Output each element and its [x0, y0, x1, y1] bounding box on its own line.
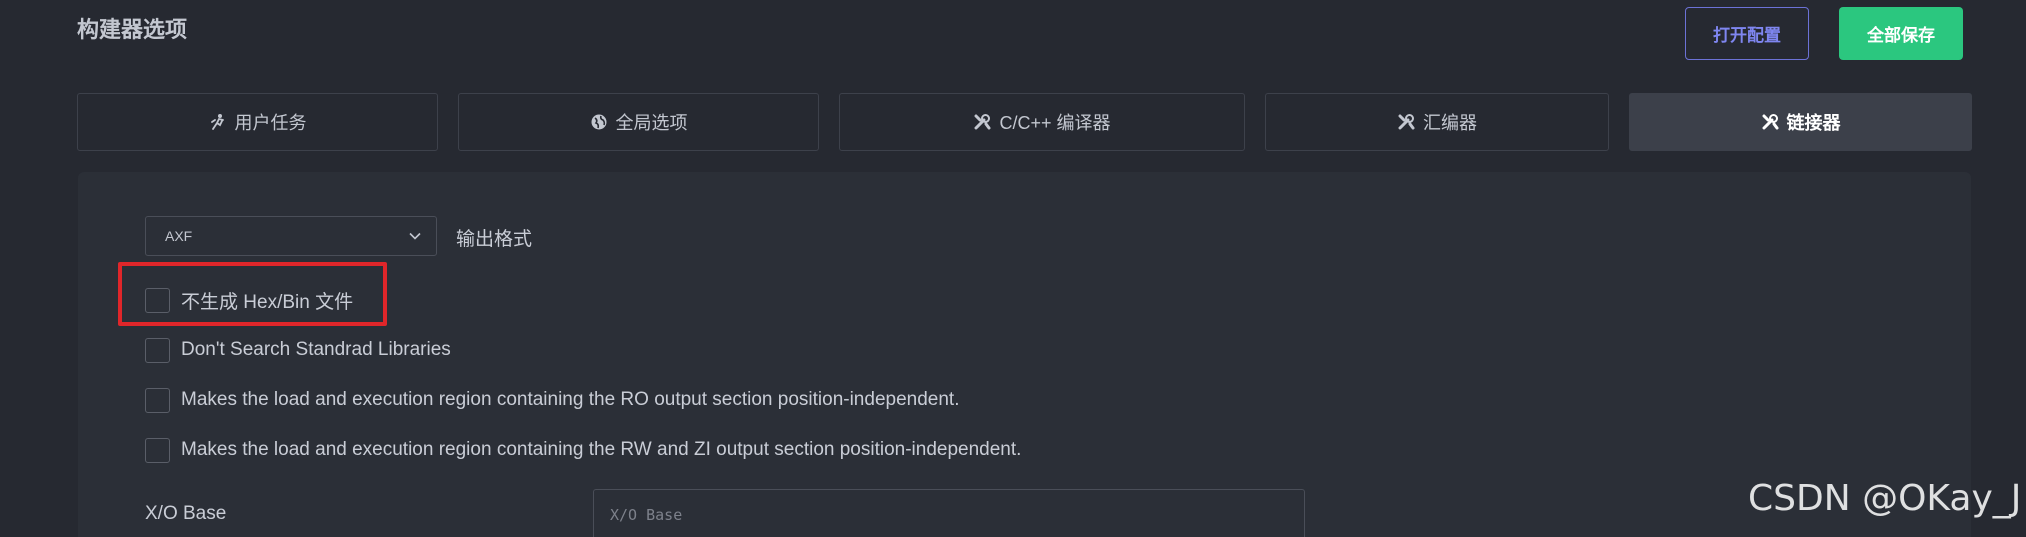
- user-task-icon: [209, 113, 227, 131]
- tab-label: 用户任务: [234, 113, 307, 133]
- builder-options-page: 构建器选项 打开配置 全部保存 用户任务 全局选项 C/C++ 编译器 汇编器 …: [0, 0, 2026, 537]
- tab-global-options[interactable]: 全局选项: [458, 93, 819, 151]
- page-title: 构建器选项: [77, 17, 188, 42]
- checkbox-label: Don't Search Standrad Libraries: [181, 339, 451, 360]
- tab-cc-compiler[interactable]: C/C++ 编译器: [839, 93, 1245, 151]
- save-all-button[interactable]: 全部保存: [1839, 7, 1963, 60]
- open-config-button[interactable]: 打开配置: [1685, 7, 1809, 60]
- tools-icon: [1761, 113, 1779, 131]
- output-format-label: 输出格式: [456, 229, 533, 250]
- no-std-libs-checkbox[interactable]: [145, 337, 170, 363]
- tab-label: C/C++ 编译器: [999, 113, 1111, 133]
- checkbox-label: Makes the load and execution region cont…: [181, 439, 1022, 460]
- no-std-libs-option[interactable]: Don't Search Standrad Libraries: [145, 337, 451, 363]
- tools-icon: [973, 113, 991, 131]
- tab-label: 汇编器: [1423, 113, 1477, 133]
- tools-icon: [1397, 113, 1415, 131]
- globe-icon: [590, 113, 608, 131]
- xo-base-label: X/O Base: [145, 503, 227, 524]
- tab-linker[interactable]: 链接器: [1629, 93, 1972, 151]
- rw-zi-pi-option[interactable]: Makes the load and execution region cont…: [145, 437, 1021, 463]
- tab-user-task[interactable]: 用户任务: [77, 93, 438, 151]
- rw-zi-pi-checkbox[interactable]: [145, 437, 170, 463]
- xo-base-input[interactable]: [593, 489, 1305, 537]
- output-format-value: AXF: [165, 228, 193, 244]
- output-format-select[interactable]: AXF: [145, 216, 437, 256]
- highlight-box: [118, 262, 387, 326]
- checkbox-label: Makes the load and execution region cont…: [181, 389, 960, 410]
- tab-assembler[interactable]: 汇编器: [1265, 93, 1609, 151]
- ro-pi-checkbox[interactable]: [145, 387, 170, 413]
- tab-label: 链接器: [1786, 113, 1841, 133]
- ro-pi-option[interactable]: Makes the load and execution region cont…: [145, 387, 959, 413]
- tab-label: 全局选项: [615, 113, 688, 133]
- watermark: CSDN @OKay_J: [1748, 478, 2022, 519]
- chevron-down-icon: [408, 229, 422, 243]
